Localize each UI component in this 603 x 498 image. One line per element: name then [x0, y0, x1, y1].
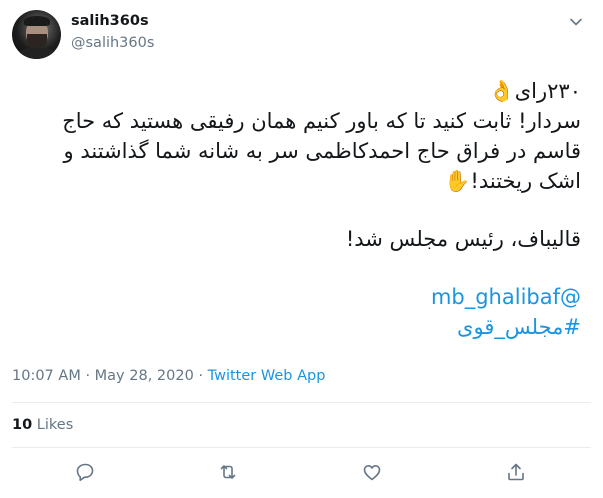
tweet-line: ۲۳۰رای👌	[488, 79, 581, 103]
avatar[interactable]	[12, 10, 61, 59]
tweet-line: سردار! ثابت کنید تا که باور کنیم همان رف…	[62, 109, 581, 133]
meta-separator: ·	[198, 368, 204, 384]
reply-icon[interactable]	[73, 460, 97, 484]
tweet-line: قاسم در فراق حاج احمدکاظمی سر به شانه شم…	[63, 139, 581, 163]
tweet-meta: 10:07 AM · May 28, 2020 · Twitter Web Ap…	[12, 368, 325, 384]
likes-stat[interactable]: 10 Likes	[12, 417, 73, 433]
action-bar	[0, 460, 603, 486]
tweet-line: قالیباف، رئیس مجلس شد!	[345, 227, 581, 251]
avatar-shirt	[16, 48, 58, 59]
divider	[12, 402, 591, 403]
hashtag-link[interactable]: #مجلس_قوی	[11, 312, 581, 342]
likes-label: Likes	[36, 417, 74, 433]
chevron-down-icon[interactable]	[568, 14, 584, 30]
avatar-beard	[27, 34, 47, 48]
tweet-source[interactable]: Twitter Web App	[208, 368, 326, 384]
tweet-text: ۲۳۰رای👌 سردار! ثابت کنید تا که باور کنیم…	[11, 76, 581, 342]
tweet-date[interactable]: May 28, 2020	[95, 368, 194, 384]
avatar-hair	[24, 16, 50, 26]
heart-icon[interactable]	[360, 460, 384, 484]
tweet-card: salih360s @salih360s ۲۳۰رای👌 سردار! ثابت…	[0, 0, 603, 498]
tweet-line: اشک ریختند!✋	[444, 169, 581, 193]
author-handle[interactable]: @salih360s	[71, 35, 154, 51]
tweet-time[interactable]: 10:07 AM	[12, 368, 81, 384]
likes-count: 10	[12, 417, 33, 433]
divider	[12, 447, 591, 448]
share-icon[interactable]	[504, 460, 528, 484]
retweet-icon[interactable]	[216, 460, 240, 484]
author-name[interactable]: salih360s	[71, 13, 149, 29]
meta-separator: ·	[85, 368, 91, 384]
mention-link[interactable]: @mb_ghalibaf	[11, 282, 581, 312]
